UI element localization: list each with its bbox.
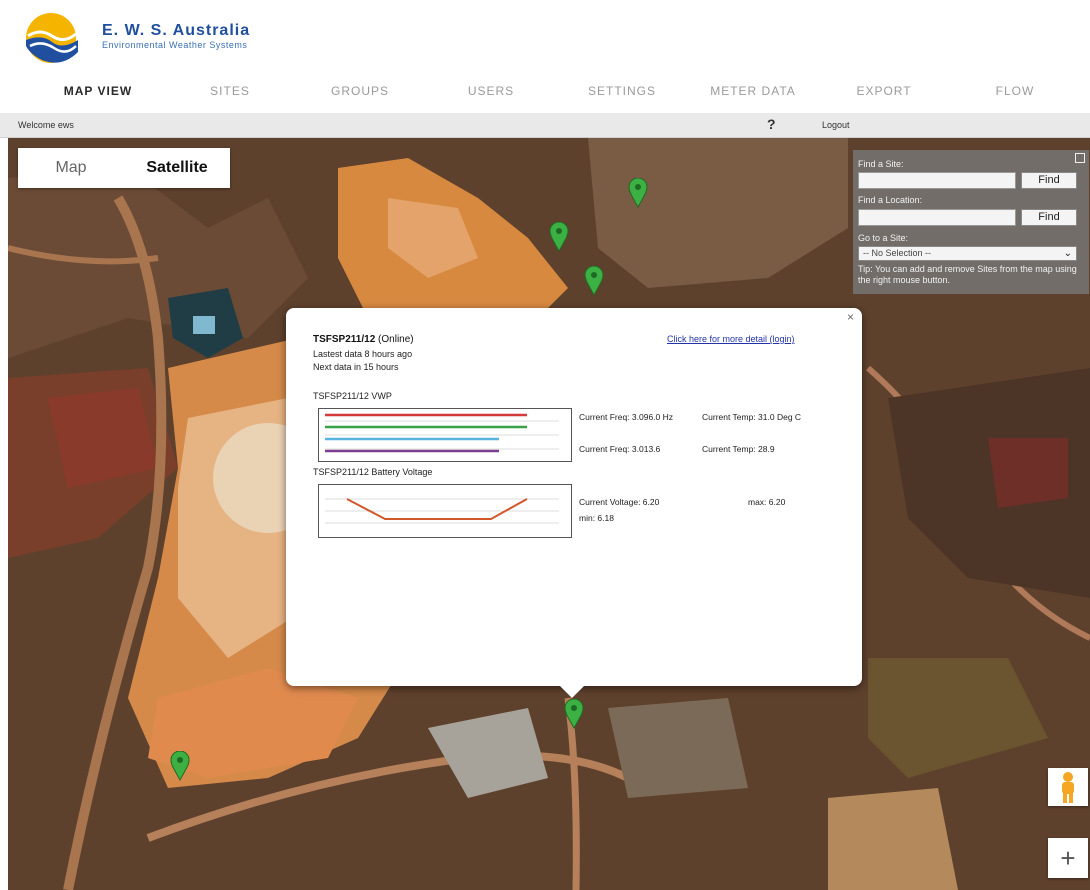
welcome-bar: Welcome ews ? Logout xyxy=(0,113,1090,138)
ews-logo-icon xyxy=(26,13,78,63)
battery-chart-label: TSFSP211/12 Battery Voltage xyxy=(313,467,433,477)
goto-site-select[interactable]: -- No Selection -- ⌄ xyxy=(858,246,1077,261)
find-location-input[interactable] xyxy=(858,209,1016,226)
site-marker-icon[interactable] xyxy=(628,178,648,208)
nav-export[interactable]: EXPORT xyxy=(856,84,911,98)
welcome-text: Welcome ews xyxy=(18,120,74,130)
vwp-chart-label: TSFSP211/12 VWP xyxy=(313,391,392,401)
map-type-control: Map Satellite xyxy=(18,148,230,188)
nav-sites[interactable]: SITES xyxy=(210,84,250,98)
nav-meter-data[interactable]: METER DATA xyxy=(710,84,796,98)
map-type-map-button[interactable]: Map xyxy=(18,148,124,188)
find-site-label: Find a Site: xyxy=(858,159,904,169)
find-panel-tip: Tip: You can add and remove Sites from t… xyxy=(858,264,1077,285)
goto-site-label: Go to a Site: xyxy=(858,233,909,243)
site-marker-icon[interactable] xyxy=(564,699,584,729)
find-site-input[interactable] xyxy=(858,172,1016,189)
help-link[interactable]: ? xyxy=(767,116,776,132)
street-view-pegman-icon[interactable] xyxy=(1048,768,1088,806)
chevron-down-icon: ⌄ xyxy=(1063,248,1072,259)
goto-site-select-value: -- No Selection -- xyxy=(863,248,932,258)
battery-voltage-line xyxy=(346,498,528,520)
nav-groups[interactable]: GROUPS xyxy=(331,84,389,98)
battery-max: max: 6.20 xyxy=(748,497,786,507)
battery-current-voltage: Current Voltage: 6.20 xyxy=(579,497,660,507)
vwp-mini-chart xyxy=(318,408,572,462)
vwp-current-temp-1: Current Temp: 31.0 Deg C xyxy=(702,412,802,422)
battery-mini-chart xyxy=(318,484,572,538)
minimize-icon[interactable] xyxy=(1075,153,1085,163)
vwp-current-temp-2: Current Temp: 28.9 xyxy=(702,444,775,454)
vwp-current-freq-2: Current Freq: 3.013.6 xyxy=(579,444,661,454)
site-info-popup: × TSFSP211/12 (Online) Lastest data 8 ho… xyxy=(286,308,862,698)
nav-users[interactable]: USERS xyxy=(468,84,514,98)
zoom-in-button[interactable]: + xyxy=(1048,838,1088,878)
nav-settings[interactable]: SETTINGS xyxy=(588,84,656,98)
site-id: TSFSP211/12 xyxy=(313,334,376,345)
vwp-sparkline xyxy=(325,413,559,453)
close-icon[interactable]: × xyxy=(847,310,854,324)
brand-name: E. W. S. Australia xyxy=(102,22,251,39)
vwp-current-freq-1: Current Freq: 3.096.0 Hz xyxy=(579,412,674,422)
brand-tagline: Environmental Weather Systems xyxy=(102,40,248,50)
more-detail-link[interactable]: Click here for more detail (login) xyxy=(667,334,795,344)
site-marker-icon[interactable] xyxy=(549,222,569,252)
site-marker-icon[interactable] xyxy=(170,751,190,781)
nav-map-view[interactable]: MAP VIEW xyxy=(64,84,132,98)
app-header: E. W. S. Australia Environmental Weather… xyxy=(0,0,1090,70)
find-location-button[interactable]: Find xyxy=(1021,209,1077,226)
battery-sparkline xyxy=(325,498,559,524)
find-site-panel: Find a Site: Find Find a Location: Find … xyxy=(853,150,1089,294)
next-data-text: Next data in 15 hours xyxy=(313,362,399,372)
find-location-label: Find a Location: xyxy=(858,195,923,205)
logout-link[interactable]: Logout xyxy=(822,120,850,130)
battery-min: min: 6.18 xyxy=(579,513,614,523)
popup-tail xyxy=(560,686,584,698)
site-title: TSFSP211/12 (Online) xyxy=(313,334,414,345)
nav-flow[interactable]: FLOW xyxy=(996,84,1035,98)
map-type-satellite-button[interactable]: Satellite xyxy=(124,148,230,188)
main-nav: MAP VIEW SITES GROUPS USERS SETTINGS MET… xyxy=(0,72,1090,112)
site-marker-icon[interactable] xyxy=(584,266,604,296)
find-site-button[interactable]: Find xyxy=(1021,172,1077,189)
latest-data-text: Lastest data 8 hours ago xyxy=(313,349,413,359)
pegman-icon xyxy=(1062,772,1074,803)
site-status: (Online) xyxy=(378,334,414,345)
